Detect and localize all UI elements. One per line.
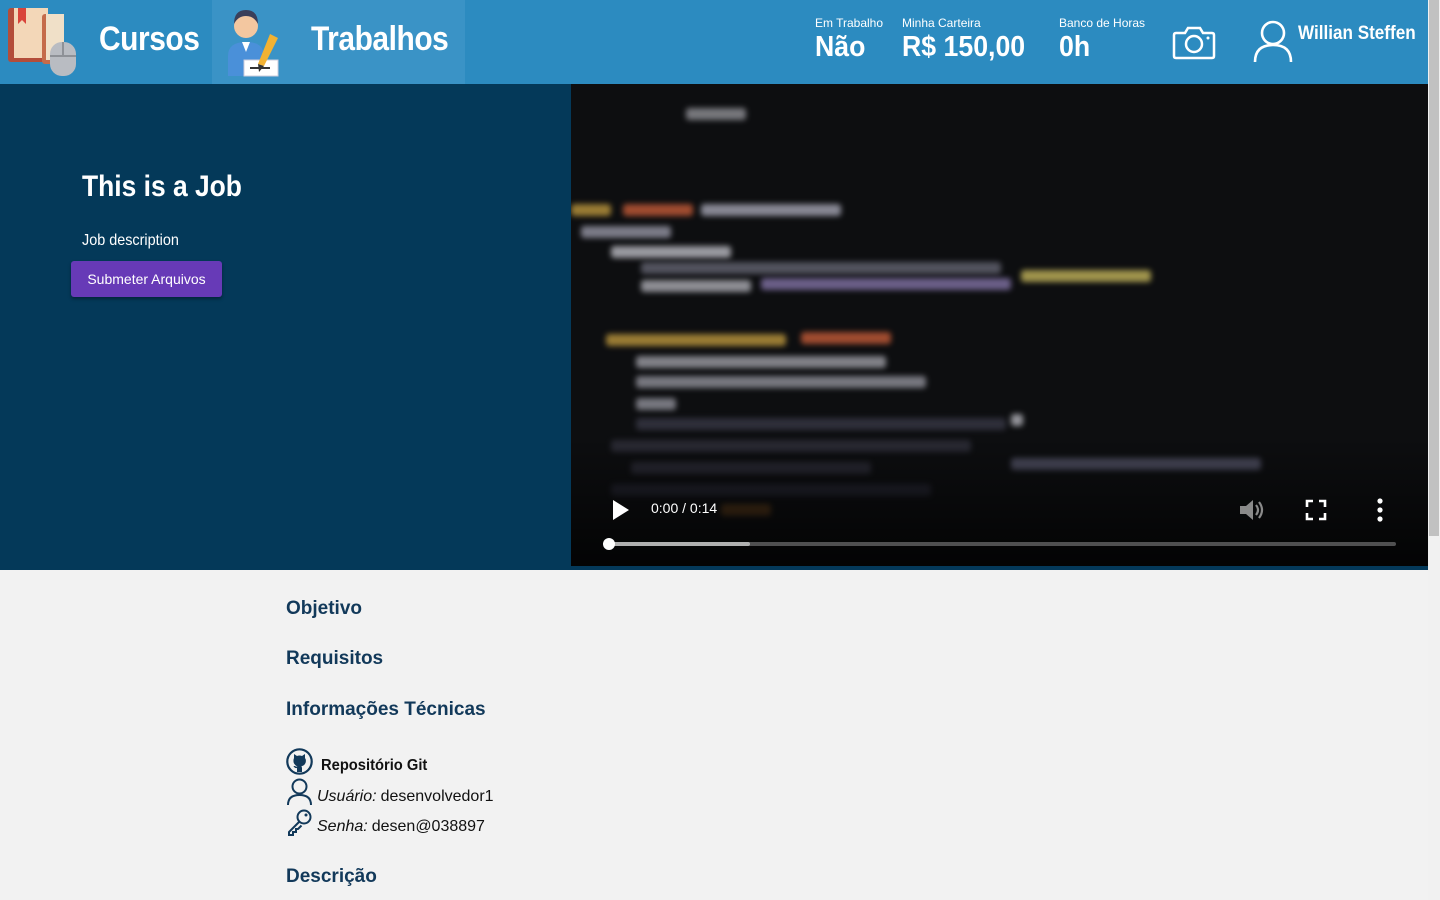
camera-icon[interactable] — [1172, 24, 1216, 60]
video-progress-thumb[interactable] — [603, 538, 615, 550]
stat-em-trabalho-label: Em Trabalho — [815, 16, 884, 30]
top-header: Cursos Trabalhos Em Trabalho Não Minha C… — [0, 0, 1428, 84]
repo-user-label: Usuário: — [317, 788, 377, 805]
user-outline-icon — [287, 778, 312, 806]
more-options-icon[interactable] — [1372, 497, 1388, 523]
section-requisitos[interactable]: Requisitos — [286, 648, 383, 670]
worker-writing-icon — [228, 10, 279, 77]
video-time: 0:00 / 0:14 — [651, 500, 718, 516]
nav-cursos[interactable]: Cursos — [0, 0, 212, 84]
job-info-panel: This is a Job Job description Submeter A… — [0, 84, 571, 570]
repo-password-row: Senha: desen@038897 — [286, 808, 485, 836]
section-informacoes-tecnicas[interactable]: Informações Técnicas — [286, 699, 486, 721]
stat-carteira: Minha Carteira R$ 150,00 — [902, 16, 1036, 64]
volume-icon[interactable] — [1237, 496, 1265, 524]
section-objetivo[interactable]: Objetivo — [286, 598, 362, 620]
repo-title: Repositório Git — [321, 757, 428, 774]
video-progress-bar[interactable] — [608, 542, 1396, 546]
fullscreen-icon[interactable] — [1305, 499, 1327, 521]
repo-user-row: Usuário: desenvolvedor1 — [286, 778, 494, 806]
books-icon — [8, 8, 76, 76]
repo-password-value: desen@038897 — [371, 818, 485, 835]
stat-carteira-value: R$ 150,00 — [902, 31, 1026, 63]
play-icon[interactable] — [609, 497, 631, 523]
scrollbar-thumb[interactable] — [1429, 0, 1439, 536]
stat-carteira-label: Minha Carteira — [902, 16, 981, 30]
video-buffered-bar — [608, 542, 750, 546]
stat-banco-horas-value: 0h — [1059, 31, 1091, 63]
section-descricao[interactable]: Descrição — [286, 866, 377, 888]
job-hero: This is a Job Job description Submeter A… — [0, 84, 1428, 570]
repo-user-value: desenvolvedor1 — [380, 788, 494, 805]
user-icon — [1253, 20, 1293, 63]
stat-em-trabalho-value: Não — [815, 31, 866, 63]
user-menu[interactable]: Willian Steffen — [1252, 18, 1429, 66]
repo-password-label: Senha: — [317, 818, 368, 835]
nav-trabalhos-label: Trabalhos — [311, 20, 449, 58]
submit-files-button[interactable]: Submeter Arquivos — [71, 261, 222, 297]
key-icon — [288, 809, 312, 836]
stat-banco-horas: Banco de Horas 0h — [1059, 16, 1145, 64]
stat-em-trabalho: Em Trabalho Não — [815, 16, 883, 64]
user-name: Willian Steffen — [1298, 23, 1416, 44]
video-player[interactable]: 0:00 / 0:14 — [571, 84, 1428, 566]
job-description: Job description — [82, 232, 179, 249]
nav-cursos-label: Cursos — [99, 20, 200, 58]
repo-title-row: Repositório Git — [286, 748, 437, 775]
nav-trabalhos[interactable]: Trabalhos — [212, 0, 465, 84]
github-icon — [286, 748, 313, 775]
stat-banco-horas-label: Banco de Horas — [1059, 16, 1146, 30]
job-title: This is a Job — [82, 170, 242, 203]
